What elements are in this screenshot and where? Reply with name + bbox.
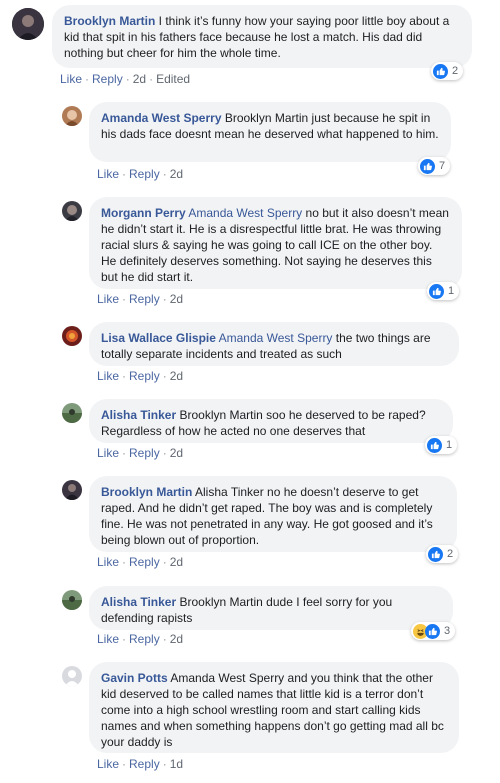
comment-bubble: Morgann Perry Amanda West Sperry no but …	[89, 197, 462, 289]
like-reaction-icon	[433, 63, 448, 79]
avatar[interactable]	[62, 106, 82, 126]
comment: Brooklyn Martin I think it’s funny how y…	[0, 0, 500, 95]
reply-link[interactable]: Reply	[129, 757, 160, 771]
comment-bubble: Alisha Tinker Brooklyn Martin dude I fee…	[89, 586, 453, 630]
comment-actions: Like · Reply · 1d	[97, 757, 184, 771]
like-link[interactable]: Like	[97, 757, 119, 771]
edited-label[interactable]: Edited	[156, 72, 190, 86]
comment-bubble: Gavin Potts Amanda West Sperry and you t…	[89, 662, 459, 753]
reply-link[interactable]: Reply	[129, 292, 160, 306]
avatar[interactable]	[62, 403, 82, 423]
timestamp[interactable]: 2d	[170, 446, 183, 460]
avatar[interactable]	[62, 201, 82, 221]
reaction-count[interactable]: 1	[427, 282, 460, 300]
timestamp[interactable]: 2d	[170, 292, 183, 306]
reply-comment: Amanda West Sperry Brooklyn Martin just …	[0, 100, 500, 185]
comment-bubble: Brooklyn Martin I think it’s funny how y…	[52, 5, 472, 68]
like-reaction-icon	[420, 158, 435, 174]
reply-comment: Morgann Perry Amanda West Sperry no but …	[0, 195, 500, 310]
mention-link[interactable]: Amanda West Sperry	[216, 331, 333, 345]
reaction-count[interactable]: 1	[425, 436, 458, 454]
reply-link[interactable]: Reply	[92, 72, 123, 86]
comment-actions: Like · Reply · 2d	[97, 555, 184, 569]
timestamp[interactable]: 2d	[170, 167, 183, 181]
avatar[interactable]	[62, 590, 82, 610]
comment-author[interactable]: Brooklyn Martin	[101, 485, 192, 499]
reply-link[interactable]: Reply	[129, 446, 160, 460]
reply-comment: Alisha Tinker Brooklyn Martin dude I fee…	[0, 584, 500, 654]
comment-author[interactable]: Alisha Tinker	[101, 595, 176, 609]
comment-author[interactable]: Brooklyn Martin	[64, 14, 155, 28]
reply-comment: Lisa Wallace Glispie Amanda West Sperry …	[0, 320, 500, 390]
like-link[interactable]: Like	[97, 446, 119, 460]
like-link[interactable]: Like	[60, 72, 82, 86]
timestamp[interactable]: 1d	[170, 757, 183, 771]
reaction-count[interactable]: 2	[426, 545, 459, 563]
reply-comment: Brooklyn Martin Alisha Tinker no he does…	[0, 474, 500, 574]
reply-link[interactable]: Reply	[129, 632, 160, 646]
like-link[interactable]: Like	[97, 167, 119, 181]
comment-bubble: Alisha Tinker Brooklyn Martin soo he des…	[89, 399, 453, 443]
reply-link[interactable]: Reply	[129, 167, 160, 181]
like-reaction-icon	[425, 623, 440, 639]
comment-author[interactable]: Lisa Wallace Glispie	[101, 331, 216, 345]
avatar[interactable]	[62, 480, 82, 500]
timestamp[interactable]: 2d	[170, 632, 183, 646]
avatar[interactable]	[62, 666, 82, 686]
comment-author[interactable]: Morgann Perry	[101, 206, 186, 220]
timestamp[interactable]: 2d	[170, 555, 183, 569]
comment-actions: Like · Reply · 2d	[97, 446, 184, 460]
like-link[interactable]: Like	[97, 292, 119, 306]
comment-bubble: Brooklyn Martin Alisha Tinker no he does…	[89, 476, 457, 552]
reply-comment: Gavin Potts Amanda West Sperry and you t…	[0, 660, 500, 780]
like-reaction-icon	[429, 283, 444, 299]
reply-comment: Alisha Tinker Brooklyn Martin soo he des…	[0, 397, 500, 467]
avatar[interactable]	[12, 8, 44, 40]
comment-actions: Like · Reply · 2d	[97, 369, 184, 383]
reply-link[interactable]: Reply	[129, 555, 160, 569]
reaction-count[interactable]: 2	[431, 62, 464, 80]
comment-bubble: Lisa Wallace Glispie Amanda West Sperry …	[89, 322, 459, 366]
timestamp[interactable]: 2d	[133, 72, 146, 86]
comment-author[interactable]: Amanda West Sperry	[101, 111, 222, 125]
comment-bubble: Amanda West Sperry Brooklyn Martin just …	[89, 102, 451, 162]
reply-link[interactable]: Reply	[129, 369, 160, 383]
comment-actions: Like · Reply · 2d	[97, 167, 184, 181]
like-reaction-icon	[427, 437, 442, 453]
avatar[interactable]	[62, 326, 82, 346]
like-link[interactable]: Like	[97, 369, 119, 383]
comment-author[interactable]: Alisha Tinker	[101, 408, 176, 422]
comment-actions: Like · Reply · 2d · Edited	[60, 72, 191, 86]
reaction-count[interactable]: 7	[418, 157, 451, 175]
like-link[interactable]: Like	[97, 555, 119, 569]
reaction-count[interactable]: 3	[411, 622, 456, 640]
like-reaction-icon	[428, 546, 443, 562]
mention-link[interactable]: Amanda West Sperry	[186, 206, 302, 220]
comment-actions: Like · Reply · 2d	[97, 632, 184, 646]
comment-actions: Like · Reply · 2d	[97, 292, 184, 306]
comment-author[interactable]: Gavin Potts	[101, 671, 168, 685]
timestamp[interactable]: 2d	[170, 369, 183, 383]
like-link[interactable]: Like	[97, 632, 119, 646]
